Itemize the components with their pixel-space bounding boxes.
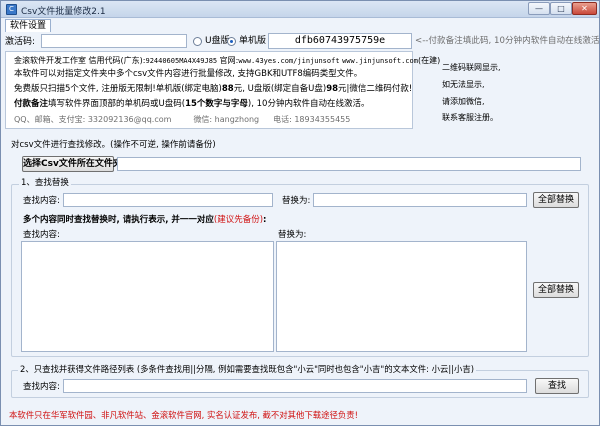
folder-section-label: 对csv文件进行查找修改。(操作不可逆, 操作前请备份) bbox=[11, 140, 216, 150]
title-bar[interactable]: C Csv文件批量修改2.1 — □ ✕ bbox=[1, 1, 599, 18]
qr-note-line-2: 如无法显示, bbox=[442, 80, 485, 89]
pricing-text-e: 元|微信二维码付款! bbox=[338, 84, 413, 94]
qr-note-line-4: 联系客服注册。 bbox=[442, 113, 498, 122]
contact-qq-email: QQ、邮箱、支付宝: 332092136@qq.com bbox=[14, 115, 172, 124]
pricing-line: 免费版只扫描5个文件, 注册版无限制!单机版(绑定电脑)88元, U盘版(绑定自… bbox=[14, 84, 412, 95]
description-line: 本软件可以对指定文件夹中多个csv文件内容进行批量修改, 支持GBK和UTF8编… bbox=[14, 69, 363, 79]
machine-code-field[interactable]: dfb60743975759e bbox=[268, 33, 412, 49]
replace-group-title: 1、查找替换 bbox=[19, 178, 71, 189]
activation-hint: <--付款备注填此码, 10分钟内软件自动在线激活! bbox=[415, 36, 600, 46]
footer-notice: 本软件只在华军软件园、非凡软件站、金滚软件官网, 实名认证发布, 截不对其他下载… bbox=[9, 410, 359, 420]
find-files-label: 查找内容: bbox=[23, 382, 60, 392]
menu-bar: 软件设置 bbox=[1, 19, 599, 32]
activation-code-label: 激活码: bbox=[5, 37, 36, 47]
replace-all-button[interactable]: 全部替换 bbox=[533, 192, 579, 208]
app-icon: C bbox=[6, 4, 17, 15]
multi-replace-note-colon: : bbox=[263, 215, 267, 225]
activation-code-input[interactable] bbox=[41, 34, 187, 48]
app-window: C Csv文件批量修改2.1 — □ ✕ 软件设置 激活码: U盘版 单机版 d… bbox=[0, 0, 600, 426]
payment-note-title: 付款备注 bbox=[14, 99, 49, 109]
replace-input[interactable] bbox=[313, 193, 527, 207]
multi-find-textarea[interactable] bbox=[21, 241, 274, 352]
replace-label: 替换为: bbox=[282, 196, 311, 206]
menu-settings[interactable]: 软件设置 bbox=[5, 19, 52, 32]
website-link-1[interactable]: www.43yes.com/jinjunsoft bbox=[238, 57, 339, 65]
multi-replace-textarea[interactable] bbox=[276, 241, 527, 352]
minimize-button[interactable]: — bbox=[528, 2, 550, 15]
folder-path-input[interactable] bbox=[117, 157, 581, 171]
usb-price: 98 bbox=[326, 84, 339, 94]
contact-line: QQ、邮箱、支付宝: 332092136@qq.com 微信: hangzhong… bbox=[14, 114, 350, 125]
select-folder-button[interactable]: 选择Csv文件所在文件夹 bbox=[22, 156, 122, 172]
qr-code-area: 二维码联网显示, 如无法显示, 请添加微信, 联系客服注册。 bbox=[415, 51, 595, 129]
qr-note-line-1: 二维码联网显示, bbox=[442, 63, 501, 72]
multi-replace-all-button[interactable]: 全部替换 bbox=[533, 282, 579, 298]
window-title: Csv文件批量修改2.1 bbox=[21, 7, 106, 17]
vendor-info-panel: 金滚软件开发工作室 信用代码(广东):92440605MA4X49J85 官网:… bbox=[5, 51, 440, 129]
multi-replace-note: 多个内容同时查找替换时, 请执行表示, 并一一对应(建议先备份): bbox=[23, 215, 266, 226]
pricing-text-a: 免费版只扫描5个文件, 注册版无限制!单机版(绑定电脑) bbox=[14, 84, 222, 94]
website-label: 官网: bbox=[217, 56, 239, 65]
find-files-group-title: 2、只查找并获得文件路径列表 (多条件查找用||分隔, 例如需要查找既包含"小云… bbox=[18, 364, 477, 375]
multi-replace-label: 替换为: bbox=[278, 230, 307, 240]
standalone-version-radio[interactable] bbox=[227, 37, 236, 46]
usb-version-radio[interactable] bbox=[193, 37, 202, 46]
pricing-text-c: 元, U盘版(绑定自备U盘) bbox=[233, 84, 327, 94]
find-input[interactable] bbox=[63, 193, 273, 207]
multi-replace-note-text: 多个内容同时查找替换时, 请执行表示, 并一一对应 bbox=[23, 215, 214, 225]
vendor-info-line: 金滚软件开发工作室 信用代码(广东):92440605MA4X49J85 官网:… bbox=[14, 55, 440, 67]
payment-note-tail: ), 10分钟内软件自动在线激活。 bbox=[247, 99, 370, 109]
contact-phone: 电话: 18934355455 bbox=[273, 115, 351, 124]
qr-note-line-3: 请添加微信, bbox=[442, 97, 485, 106]
maximize-button[interactable]: □ bbox=[550, 2, 572, 15]
vendor-name: 金滚软件开发工作室 信用代码(广东): bbox=[14, 56, 146, 65]
payment-note-code-length: 15个数字与字母 bbox=[185, 99, 248, 109]
find-files-button[interactable]: 查找 bbox=[535, 378, 579, 394]
payment-note-line: 付款备注填写软件界面顶部的单机码或U盘码(15个数字与字母), 10分钟内软件自… bbox=[14, 99, 369, 110]
standalone-price: 88 bbox=[221, 84, 234, 94]
usb-version-label: U盘版 bbox=[205, 36, 230, 46]
multi-replace-backup-hint: (建议先备份) bbox=[213, 215, 264, 225]
find-label: 查找内容: bbox=[23, 196, 60, 206]
website-link-2[interactable]: www.jinjunsoft.com bbox=[342, 57, 418, 65]
multi-find-label: 查找内容: bbox=[23, 230, 60, 240]
standalone-version-label: 单机版 bbox=[239, 36, 267, 46]
close-button[interactable]: ✕ bbox=[572, 2, 597, 15]
find-files-input[interactable] bbox=[63, 379, 527, 393]
credit-code: 92440605MA4X49J85 bbox=[145, 57, 218, 65]
contact-wechat: 微信: hangzhong bbox=[193, 115, 260, 124]
payment-note-text: 填写软件界面顶部的单机码或U盘码( bbox=[48, 99, 186, 109]
